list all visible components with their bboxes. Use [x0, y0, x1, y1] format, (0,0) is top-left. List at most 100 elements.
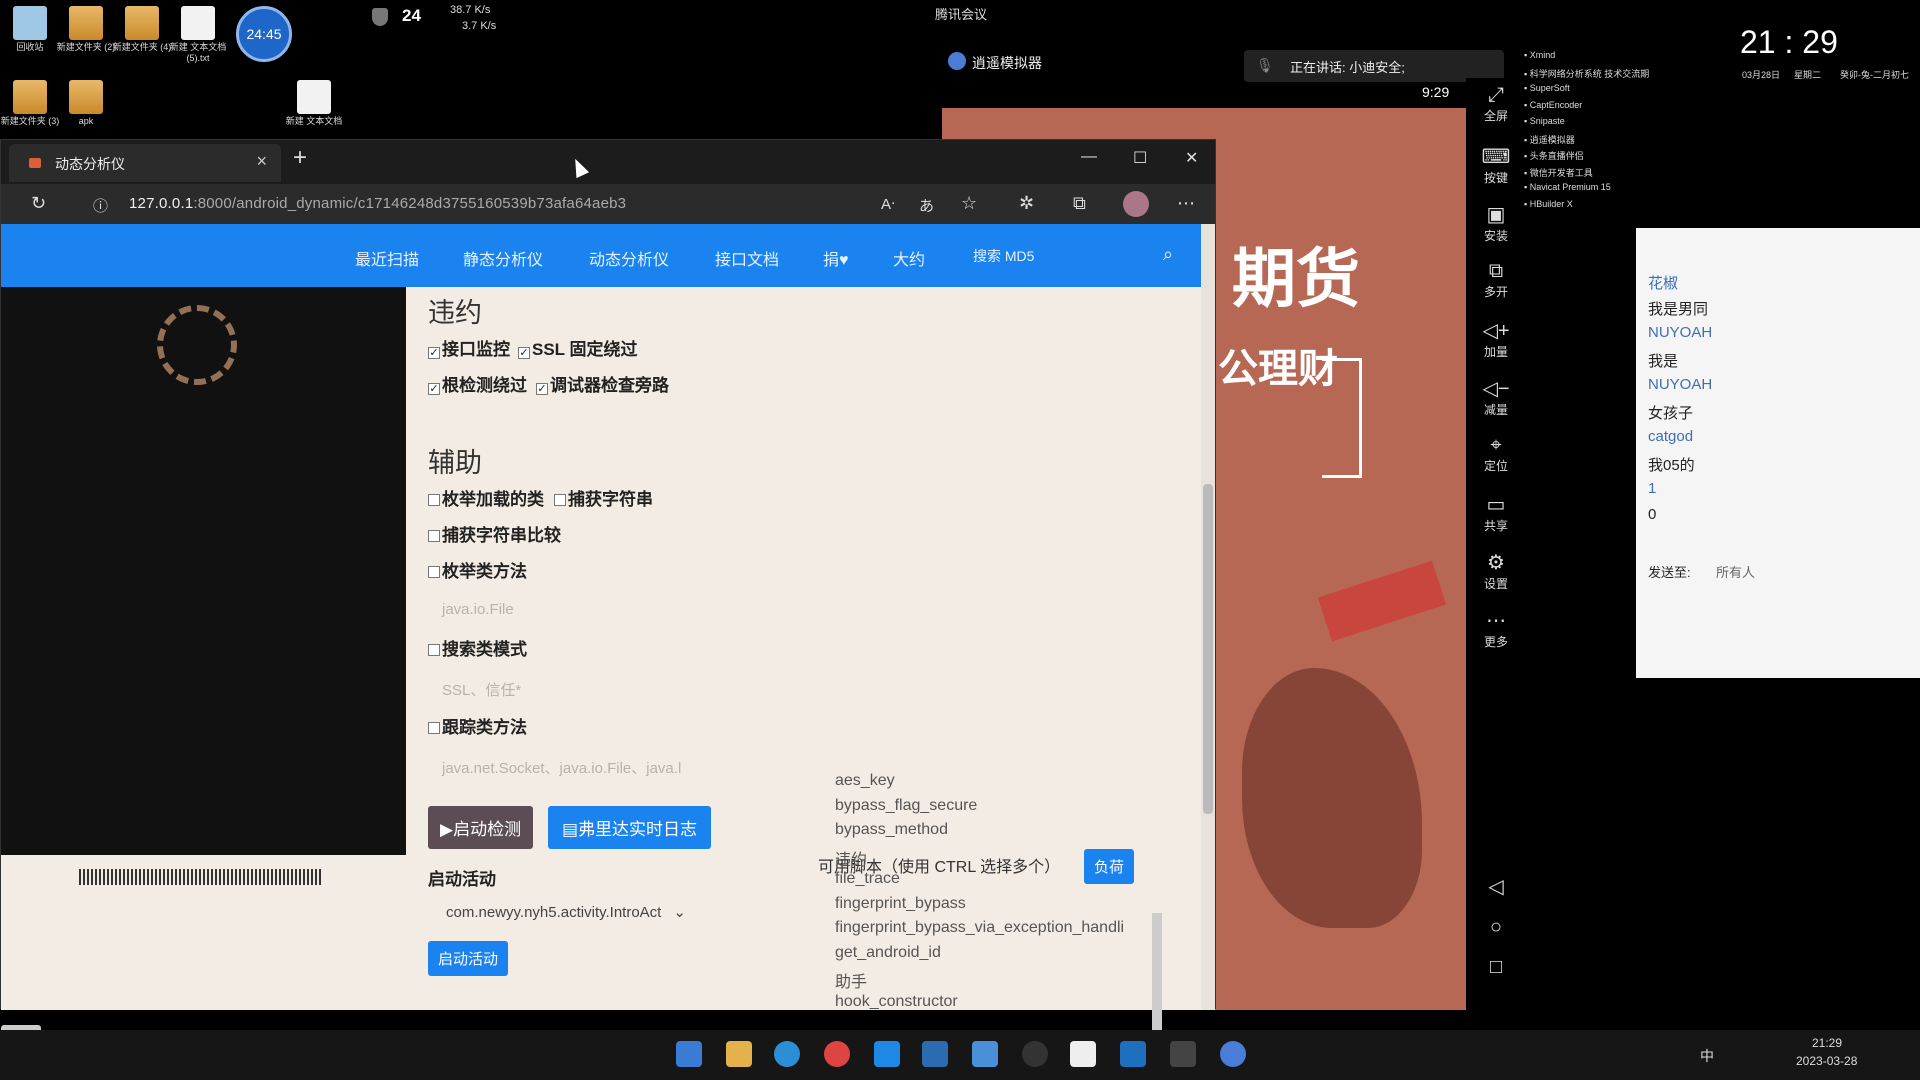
recent-app-item[interactable]: ▪ Xmind	[1524, 50, 1684, 67]
nav-about[interactable]: 大约	[893, 246, 925, 270]
desktop-icon-recycle[interactable]: 回收站	[0, 6, 60, 53]
check-debugger-bypass[interactable]: ✓ 调试器检查旁路	[536, 371, 669, 396]
nav-api-docs[interactable]: 接口文档	[715, 246, 779, 270]
check-search-class-pattern[interactable]: 搜索类模式	[428, 635, 527, 660]
emulator-taskbar-icon[interactable]	[1220, 1041, 1246, 1067]
activity-select[interactable]: com.newyy.nyh5.activity.IntroAct ⌄	[446, 903, 686, 921]
ime-indicator[interactable]: 中	[1700, 1046, 1714, 1066]
frida-live-log-button[interactable]: ▤弗里达实时日志	[548, 806, 712, 849]
minimize-icon[interactable]: —	[1081, 148, 1097, 166]
start-instrumentation-button[interactable]: ▶启动检测	[428, 806, 534, 849]
profile-avatar[interactable]	[1123, 191, 1149, 217]
desktop-icon-textfile5[interactable]: 新建 文本文档 (5).txt	[168, 6, 228, 64]
recent-app-item[interactable]: ▪ HBuilder X	[1524, 199, 1684, 216]
script-option[interactable]: bypass_flag_secure	[835, 797, 977, 815]
typora-icon[interactable]	[1070, 1041, 1096, 1067]
desktop-icon-textfile[interactable]: 新建 文本文档	[284, 80, 344, 127]
translate-icon[interactable]: あ	[919, 195, 934, 216]
android-recents-button[interactable]: □	[1466, 956, 1526, 979]
recent-app-item[interactable]: ▪ 头条直播伴侣	[1524, 149, 1684, 166]
side-more[interactable]: ⋯ 更多	[1466, 608, 1526, 650]
side-share[interactable]: ▭ 共享	[1466, 492, 1526, 534]
script-option[interactable]: get_android_id	[835, 944, 941, 962]
desktop-icon-apk[interactable]: apk	[56, 80, 116, 127]
load-scripts-button[interactable]: 负荷	[1084, 849, 1135, 884]
enum-methods-input[interactable]: java.io.File	[442, 601, 514, 618]
chrome-browser-icon[interactable]	[824, 1041, 850, 1067]
android-back-button[interactable]: ◁	[1466, 874, 1526, 899]
site-info-icon[interactable]: ⓘ	[93, 195, 108, 216]
meeting-label[interactable]: 腾讯会议	[935, 4, 987, 23]
tab-dynamic-analyzer[interactable]: 动态分析仪 ×	[9, 144, 281, 182]
scripts-scrollbar[interactable]	[1152, 913, 1162, 1035]
script-option[interactable]: bypass_method	[835, 821, 948, 839]
app-icon[interactable]	[1022, 1041, 1048, 1067]
file-explorer-icon[interactable]	[726, 1041, 752, 1067]
side-fullscreen[interactable]: ⤢ 全屏	[1466, 84, 1526, 124]
favorite-star-icon[interactable]: ☆	[961, 193, 977, 214]
script-option[interactable]: file_trace	[835, 870, 900, 888]
check-enum-class-methods[interactable]: 枚举类方法	[428, 557, 527, 582]
page-scrollbar[interactable]	[1201, 224, 1215, 1010]
desktop-icon-folder4[interactable]: 新建文件夹 (4)	[112, 6, 172, 53]
desktop-icon-folder2[interactable]: 新建文件夹 (2)	[56, 6, 116, 53]
trace-methods-input[interactable]: java.net.Socket、java.io.File、java.l	[442, 757, 681, 778]
close-tab-icon[interactable]: ×	[256, 151, 267, 172]
nav-recent-scans[interactable]: 最近扫描	[355, 246, 419, 270]
search-icon[interactable]: ⌕	[1163, 244, 1173, 265]
check-ssl-pinning-bypass[interactable]: ✓ SSL 固定绕过	[518, 335, 637, 360]
script-option[interactable]: hook_constructor	[835, 993, 958, 1011]
start-menu-icon[interactable]	[676, 1041, 702, 1067]
recent-app-item[interactable]: ▪ SuperSoft	[1524, 83, 1684, 100]
new-tab-icon[interactable]: +	[293, 144, 307, 172]
app-icon[interactable]	[922, 1041, 948, 1067]
recent-app-item[interactable]: ▪ Snipaste	[1524, 116, 1684, 133]
check-root-bypass[interactable]: ✓ 根检测绕过	[428, 371, 527, 396]
maximize-icon[interactable]: ☐	[1133, 148, 1147, 168]
recent-app-item[interactable]: ▪ Navicat Premium 15	[1524, 182, 1684, 199]
close-window-icon[interactable]: ✕	[1185, 148, 1198, 168]
start-activity-button[interactable]: 启动活动	[428, 941, 509, 976]
check-capture-strings[interactable]: 捕获字符串	[554, 485, 653, 510]
check-api-monitor[interactable]: ✓ 接口监控	[428, 335, 510, 360]
script-option[interactable]: fingerprint_bypass_via_exception_handli	[835, 919, 1124, 937]
search-pattern-input[interactable]: SSL、信任*	[442, 679, 521, 700]
nav-donate[interactable]: 捐♥	[823, 246, 849, 270]
script-option[interactable]: aes_key	[835, 772, 895, 790]
app-icon[interactable]	[874, 1041, 900, 1067]
side-volume-up[interactable]: ◁+ 加量	[1466, 318, 1526, 360]
edge-browser-icon[interactable]	[774, 1041, 800, 1067]
send-to-select[interactable]: 所有人	[1716, 562, 1755, 581]
check-capture-string-compare[interactable]: 捕获字符串比较	[428, 521, 561, 546]
url-field[interactable]: 127.0.0.1:8000/android_dynamic/c17146248…	[129, 195, 626, 212]
script-option[interactable]: fingerprint_bypass	[835, 895, 966, 913]
refresh-icon[interactable]: ↻	[31, 193, 46, 214]
more-menu-icon[interactable]: ⋯	[1177, 193, 1195, 214]
desktop-icon-folder3[interactable]: 新建文件夹 (3)	[0, 80, 60, 127]
script-option[interactable]: 违约	[835, 846, 867, 870]
vscode-icon[interactable]	[1120, 1041, 1146, 1067]
timer-badge[interactable]: 24:45	[236, 6, 292, 62]
page-scrollbar-thumb[interactable]	[1203, 484, 1213, 814]
notepad-icon[interactable]	[972, 1041, 998, 1067]
terminal-icon[interactable]	[1170, 1041, 1196, 1067]
nav-static-analyzer[interactable]: 静态分析仪	[463, 246, 543, 270]
recent-app-item[interactable]: ▪ 逍遥模拟器	[1524, 133, 1684, 150]
recent-app-item[interactable]: ▪ 科学网络分析系统 技术交流期	[1524, 67, 1684, 84]
side-install[interactable]: ▣ 安装	[1466, 202, 1526, 244]
side-settings[interactable]: ⚙ 设置	[1466, 550, 1526, 592]
check-enum-loaded-classes[interactable]: 枚举加载的类	[428, 485, 544, 510]
android-home-button[interactable]: ○	[1466, 916, 1526, 939]
nav-dynamic-analyzer[interactable]: 动态分析仪	[589, 246, 669, 270]
extensions-icon[interactable]: ✲	[1019, 193, 1034, 214]
script-option[interactable]: 助手	[835, 968, 867, 992]
side-location[interactable]: ⌖ 定位	[1466, 434, 1526, 474]
recent-app-item[interactable]: ▪ CaptEncoder	[1524, 100, 1684, 117]
side-volume-down[interactable]: ◁− 减量	[1466, 376, 1526, 418]
side-multi[interactable]: ⧉ 多开	[1466, 260, 1526, 300]
read-aloud-icon[interactable]: Aᐧ	[881, 195, 895, 213]
check-trace-class-methods[interactable]: 跟踪类方法	[428, 713, 527, 738]
collections-icon[interactable]: ⧉	[1073, 193, 1086, 214]
recent-app-item[interactable]: ▪ 微信开发者工具	[1524, 166, 1684, 183]
nav-search-md5[interactable]: 搜索 MD5	[973, 246, 1034, 266]
